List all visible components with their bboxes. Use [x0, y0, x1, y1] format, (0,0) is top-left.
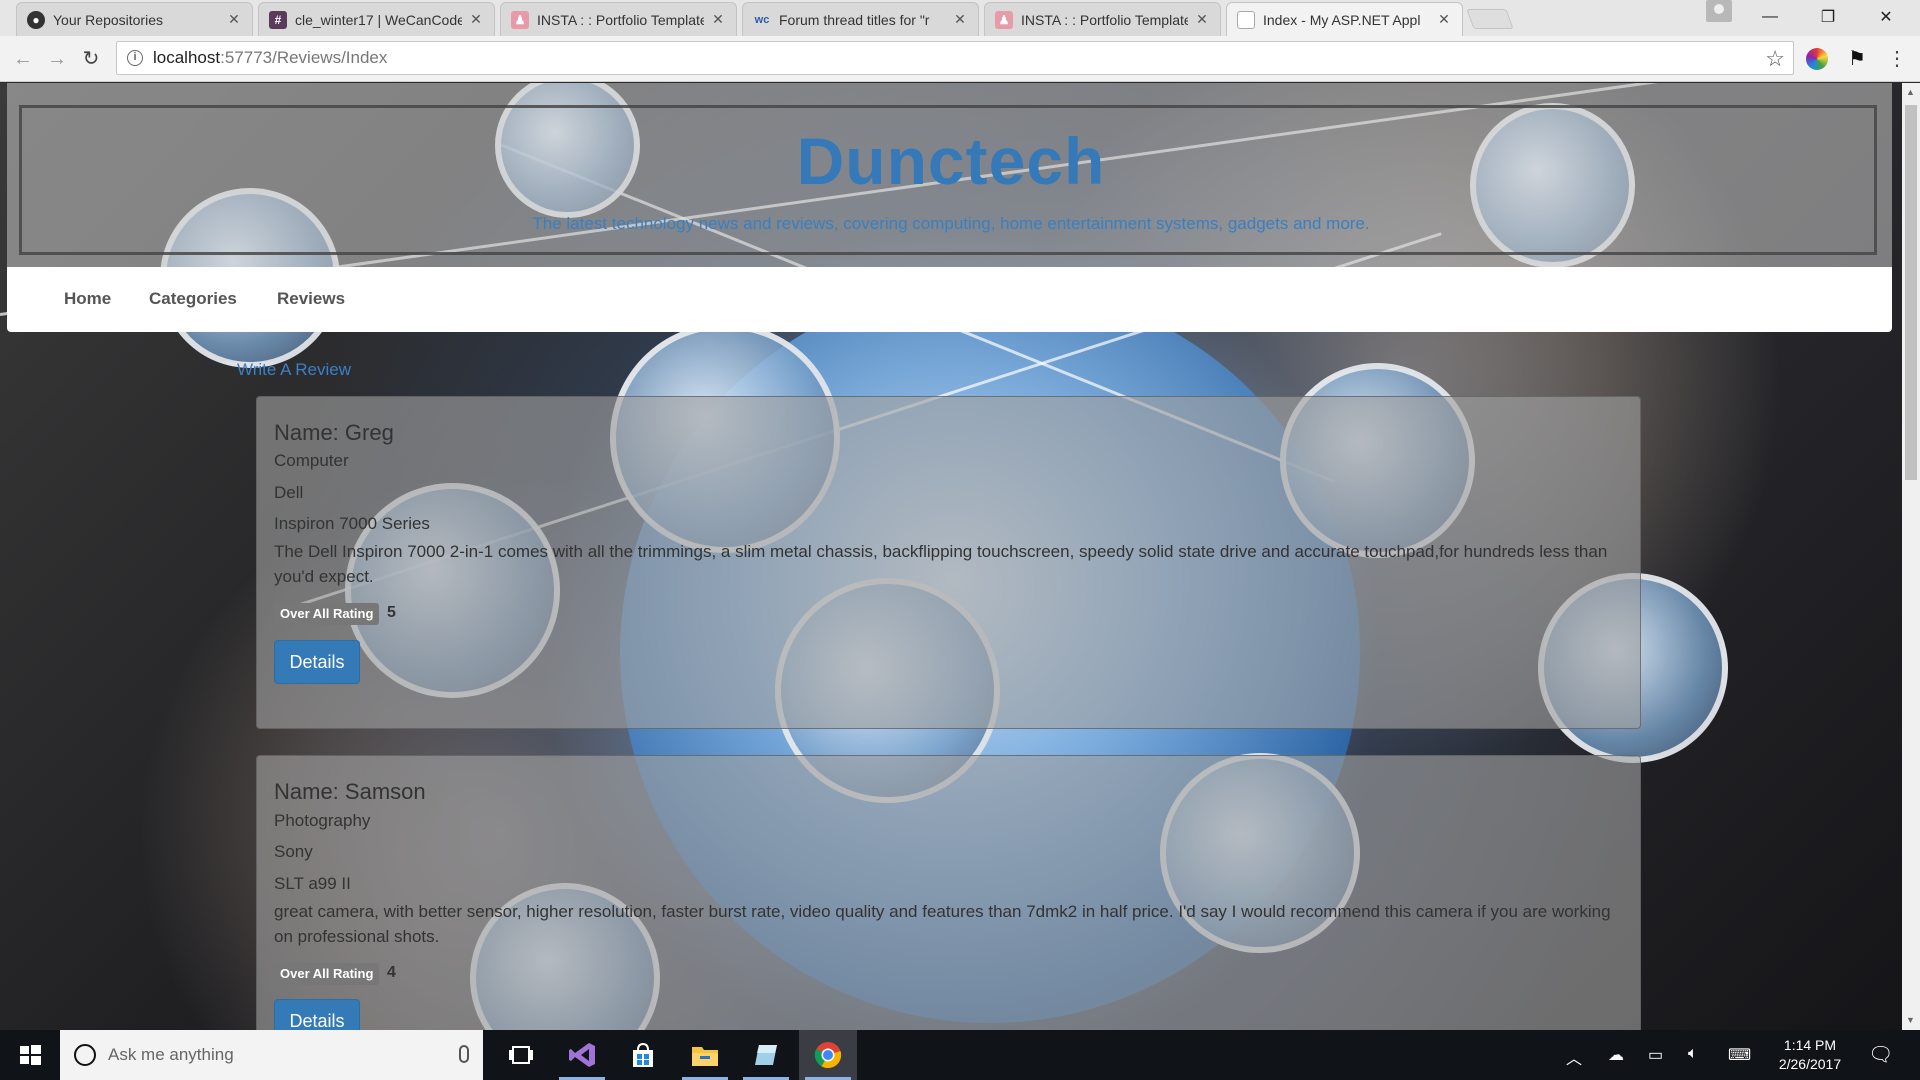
browser-tab[interactable]: ● Your Repositories ✕	[16, 2, 253, 36]
tab-title: INSTA : : Portfolio Template	[1021, 11, 1188, 28]
action-center-icon[interactable]: 🗨︎	[1868, 1042, 1893, 1067]
review-category: Photography	[274, 811, 371, 830]
show-hidden-icons-chevron-icon[interactable]: ︿	[1566, 1045, 1582, 1069]
details-button[interactable]: Details	[274, 640, 360, 684]
tab-title: Index - My ASP.NET Appl	[1263, 11, 1421, 28]
clock-time: 1:14 PM	[1783, 1037, 1837, 1053]
task-view-icon[interactable]	[492, 1030, 550, 1080]
review-model: SLT a99 II	[274, 874, 351, 893]
url-host: localhost	[153, 48, 221, 67]
review-name: Name: Samson	[274, 779, 426, 804]
wc-icon: wc	[754, 13, 770, 26]
page-scrollbar[interactable]: ▲ ▼	[1902, 83, 1920, 1030]
rating-label-badge: Over All Rating	[274, 963, 380, 985]
restore-icon[interactable]: ❐	[1800, 0, 1856, 34]
nav-home[interactable]: Home	[64, 289, 111, 309]
forward-icon[interactable]: →	[44, 46, 70, 72]
tab-title: Your Repositories	[53, 11, 163, 28]
review-description: The Dell Inspiron 7000 2-in-1 comes with…	[274, 542, 1608, 586]
close-window-icon[interactable]: ✕	[1858, 0, 1914, 34]
tab-title: Forum thread titles for "r	[779, 11, 930, 28]
nav-categories[interactable]: Categories	[149, 289, 237, 309]
address-bar[interactable]: i localhost:57773/Reviews/Index ☆	[116, 41, 1794, 75]
close-tab-icon[interactable]: ✕	[952, 11, 968, 28]
browser-toolbar: ← → ↻ i localhost:57773/Reviews/Index ☆ …	[0, 36, 1920, 82]
review-card: Name: Greg Computer Dell Inspiron 7000 S…	[256, 396, 1641, 729]
browser-tab[interactable]: ♟ INSTA : : Portfolio Template ✕	[984, 2, 1221, 36]
page-icon	[1237, 10, 1255, 29]
chrome-icon[interactable]	[799, 1030, 857, 1080]
bookmark-star-icon[interactable]: ☆	[1765, 46, 1785, 72]
cortana-icon	[74, 1044, 96, 1066]
tab-title: INSTA : : Portfolio Template	[537, 11, 704, 28]
scroll-thumb[interactable]	[1905, 105, 1917, 480]
back-icon[interactable]: ←	[10, 46, 36, 72]
nav-reviews[interactable]: Reviews	[277, 289, 345, 309]
url-path: :57773/Reviews/Index	[220, 48, 388, 67]
extension-icon[interactable]: ⚑	[1846, 48, 1868, 70]
close-tab-icon[interactable]: ✕	[468, 11, 484, 28]
color-picker-extension-icon[interactable]	[1806, 48, 1828, 70]
site-tagline: The latest technology news and reviews, …	[532, 214, 1370, 233]
keyboard-icon[interactable]: ⌨	[1728, 1045, 1751, 1065]
microphone-icon[interactable]	[459, 1045, 469, 1063]
site-navbar: Home Categories Reviews	[7, 267, 1892, 332]
visual-studio-icon[interactable]	[553, 1030, 611, 1080]
scroll-up-icon[interactable]: ▲	[1906, 87, 1915, 97]
close-tab-icon[interactable]: ✕	[710, 11, 726, 28]
rating-label-badge: Over All Rating	[274, 603, 380, 625]
volume-icon[interactable]: 🔈︎	[1688, 1045, 1698, 1063]
start-button[interactable]	[0, 1030, 60, 1080]
remote-app-icon[interactable]	[737, 1030, 795, 1080]
review-brand: Dell	[274, 483, 304, 502]
browser-tab[interactable]: wc Forum thread titles for "r ✕	[742, 2, 979, 36]
rating-value: 4	[387, 964, 396, 981]
browser-tab[interactable]: # cle_winter17 | WeCanCode ✕	[258, 2, 495, 36]
page-viewport: Dunctech The latest technology news and …	[0, 83, 1902, 1030]
review-name: Name: Greg	[274, 420, 394, 445]
clock-date: 2/26/2017	[1778, 1056, 1842, 1072]
close-tab-icon[interactable]: ✕	[1436, 11, 1452, 28]
review-model: Inspiron 7000 Series	[274, 514, 430, 533]
new-tab-button[interactable]	[1466, 9, 1514, 29]
hash-icon: #	[269, 10, 287, 29]
minimize-icon[interactable]: —	[1742, 0, 1798, 34]
scroll-down-icon[interactable]: ▼	[1906, 1015, 1915, 1025]
site-title: Dunctech	[796, 124, 1106, 198]
file-explorer-icon[interactable]	[676, 1030, 734, 1080]
profile-icon[interactable]	[1706, 0, 1732, 22]
review-description: great camera, with better sensor, higher…	[274, 902, 1611, 946]
windows-taskbar: Ask me anything ︿ ☁ ▭ 🔈︎ ⌨ 1:14 PM 2/26/…	[0, 1030, 1920, 1080]
person-icon: ♟	[511, 10, 529, 29]
browser-tab[interactable]: ♟ INSTA : : Portfolio Template ✕	[500, 2, 737, 36]
review-card: Name: Samson Photography Sony SLT a99 II…	[256, 755, 1641, 1030]
close-tab-icon[interactable]: ✕	[226, 11, 242, 28]
store-icon[interactable]	[614, 1030, 672, 1080]
windows-logo-icon	[20, 1045, 41, 1065]
cortana-search-box[interactable]: Ask me anything	[60, 1030, 483, 1080]
details-button[interactable]: Details	[274, 999, 360, 1030]
github-icon: ●	[27, 10, 45, 29]
search-placeholder: Ask me anything	[108, 1045, 234, 1064]
browser-tab-bar: ● Your Repositories ✕ # cle_winter17 | W…	[0, 0, 1920, 36]
battery-icon[interactable]: ▭	[1648, 1045, 1663, 1065]
close-tab-icon[interactable]: ✕	[1194, 11, 1210, 28]
reload-icon[interactable]: ↻	[78, 46, 104, 72]
info-icon[interactable]: i	[127, 50, 143, 66]
rating-value: 5	[387, 604, 396, 621]
browser-tab-active[interactable]: Index - My ASP.NET Appl ✕	[1226, 2, 1463, 36]
system-clock[interactable]: 1:14 PM 2/26/2017	[1760, 1036, 1860, 1074]
menu-icon[interactable]: ⋮	[1886, 48, 1908, 70]
review-category: Computer	[274, 451, 349, 470]
person-icon: ♟	[995, 10, 1013, 29]
network-cloud-icon[interactable]: ☁	[1608, 1045, 1624, 1065]
tab-title: cle_winter17 | WeCanCode	[295, 11, 462, 28]
write-review-link[interactable]: Write A Review	[237, 360, 351, 380]
review-brand: Sony	[274, 842, 313, 861]
